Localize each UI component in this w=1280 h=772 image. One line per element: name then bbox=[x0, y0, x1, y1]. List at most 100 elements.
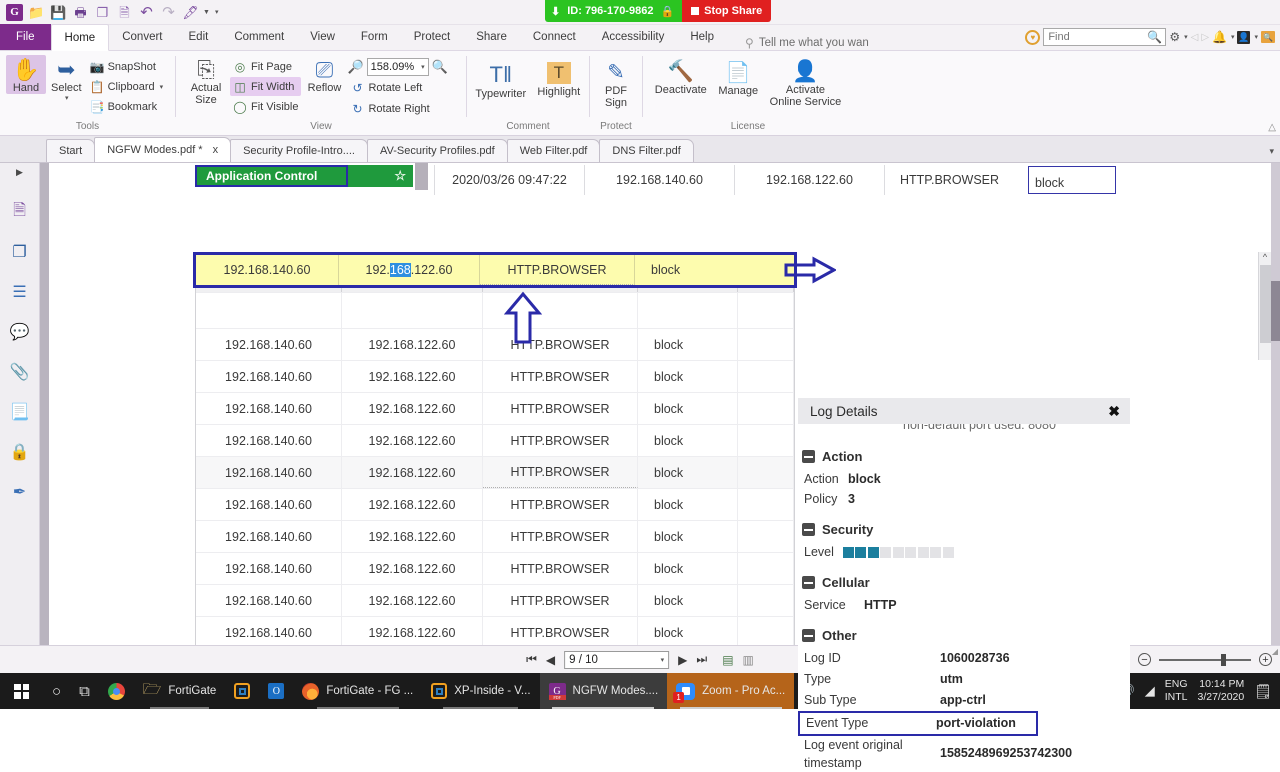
tell-me-box[interactable]: ⚲ Tell me what you wan bbox=[745, 36, 869, 50]
collapse-minus-icon[interactable] bbox=[802, 576, 815, 589]
next-page-icon[interactable]: ▶ bbox=[678, 653, 687, 667]
table-row[interactable]: 192.168.140.60 192.168.122.60 HTTP.BROWS… bbox=[196, 456, 794, 488]
scroll-up-icon[interactable]: ^ bbox=[1259, 252, 1271, 262]
rotate-right-button[interactable]: ↻ Rotate Right bbox=[347, 99, 447, 118]
taskbar-item-outlook[interactable]: O bbox=[259, 673, 293, 709]
notification-center-icon[interactable]: 🗒 bbox=[1254, 683, 1272, 700]
save-icon[interactable]: 💾 bbox=[48, 2, 69, 23]
section-header-action[interactable]: Action bbox=[798, 449, 1130, 464]
tab-home[interactable]: Home bbox=[50, 24, 110, 51]
collapse-minus-icon[interactable] bbox=[802, 450, 815, 463]
taskbar-item-firefox-fortigate[interactable]: FortiGate - FG ... bbox=[293, 673, 422, 709]
stop-share-button[interactable]: Stop Share bbox=[682, 0, 772, 22]
rotate-left-button[interactable]: ↺ Rotate Left bbox=[347, 78, 447, 97]
language-indicator[interactable]: ENG INTL bbox=[1165, 678, 1188, 704]
doc-tab-start[interactable]: Start bbox=[46, 139, 96, 162]
attachments-panel-icon[interactable]: 📎 bbox=[7, 356, 33, 388]
redo-icon[interactable]: ↷ bbox=[158, 2, 179, 23]
undo-icon[interactable]: ↶ bbox=[136, 2, 157, 23]
task-view-button[interactable]: ⧉ bbox=[70, 673, 99, 709]
highlight-button[interactable]: T Highlight bbox=[535, 59, 583, 98]
avatar-caret-icon[interactable]: ▾ bbox=[1254, 33, 1258, 41]
folder-search-icon[interactable]: 🔍 bbox=[1261, 31, 1275, 43]
zoom-level-select[interactable]: 158.09% ▾ bbox=[366, 58, 429, 76]
tab-view[interactable]: View bbox=[297, 24, 348, 50]
taskbar-item-chrome[interactable] bbox=[99, 673, 134, 709]
zoom-out-button[interactable]: − bbox=[1138, 653, 1151, 666]
collapse-minus-icon[interactable] bbox=[802, 629, 815, 642]
prev-page-icon[interactable]: ◀ bbox=[546, 653, 555, 667]
signature-panel-icon[interactable]: ✒ bbox=[7, 476, 33, 508]
table-row[interactable]: 192.168.140.60 192.168.122.60 HTTP.BROWS… bbox=[196, 488, 794, 520]
taskbar-item-xp-inside-vm[interactable]: XP-Inside - V... bbox=[422, 673, 539, 709]
doc-tab-web-filter[interactable]: Web Filter.pdf bbox=[506, 139, 601, 162]
zoom-level-control[interactable]: 🔎 158.09% ▾ 🔍 bbox=[347, 58, 448, 76]
stamp-icon[interactable]: 🖋 bbox=[180, 2, 201, 23]
fit-page-button[interactable]: ◎ Fit Page bbox=[230, 57, 301, 76]
fit-page-status-icon[interactable]: ▤ bbox=[722, 653, 733, 667]
stamp-dropdown-caret-icon[interactable]: ▼ bbox=[203, 9, 210, 16]
close-icon[interactable]: x bbox=[213, 144, 219, 156]
copy-icon[interactable]: ❐ bbox=[92, 2, 113, 23]
actual-size-button[interactable]: ⎘ Actual Size bbox=[182, 55, 230, 107]
resize-grip-icon[interactable]: ◢ bbox=[1272, 647, 1278, 656]
search-icon[interactable]: 🔍 bbox=[1147, 30, 1162, 44]
collapse-minus-icon[interactable] bbox=[802, 523, 815, 536]
table-row[interactable]: 192.168.140.60 192.168.122.60 HTTP.BROWS… bbox=[196, 328, 794, 360]
search-input-wrap[interactable]: 🔍 bbox=[1043, 28, 1167, 46]
tab-connect[interactable]: Connect bbox=[520, 24, 589, 50]
document-scrollbar[interactable] bbox=[1271, 163, 1280, 645]
zoom-out-icon[interactable]: 🔎 bbox=[347, 59, 363, 75]
zoom-caret-icon[interactable]: ▾ bbox=[421, 63, 425, 71]
doc-tab-av-security-profiles[interactable]: AV-Security Profiles.pdf bbox=[366, 139, 508, 162]
bookmark-button[interactable]: 📑 Bookmark bbox=[87, 97, 167, 116]
scrollbar-thumb[interactable] bbox=[1271, 281, 1280, 341]
section-header-cellular[interactable]: Cellular bbox=[798, 575, 1130, 590]
new-file-icon[interactable]: 🗎 bbox=[114, 2, 135, 23]
hand-tool-button[interactable]: ✋ Hand bbox=[6, 55, 46, 94]
section-header-other[interactable]: Other bbox=[798, 628, 1130, 643]
select-caret-icon[interactable]: ▾ bbox=[65, 94, 69, 102]
tab-edit[interactable]: Edit bbox=[176, 24, 222, 50]
qat-more-caret-icon[interactable]: ▾ bbox=[215, 8, 219, 16]
tab-convert[interactable]: Convert bbox=[109, 24, 175, 50]
security-panel-icon[interactable]: 🔒 bbox=[7, 436, 33, 468]
table-row[interactable]: 192.168.140.60 192.168.122.60 HTTP.BROWS… bbox=[196, 584, 794, 616]
expand-sidebar-icon[interactable]: ▶ bbox=[16, 167, 23, 178]
doc-tab-dns-filter[interactable]: DNS Filter.pdf bbox=[599, 139, 694, 162]
app-logo-icon[interactable]: G bbox=[4, 2, 25, 23]
gear-icon[interactable]: ⚙ bbox=[1169, 30, 1180, 44]
fit-other-status-icon[interactable]: ▥ bbox=[743, 653, 754, 667]
back-icon[interactable]: ◁ bbox=[1191, 32, 1199, 43]
avatar[interactable]: 👤 bbox=[1237, 30, 1251, 44]
taskbar-item-ngfw-modes-pdf[interactable]: G NGFW Modes.... bbox=[539, 673, 668, 709]
bookmark-panel-icon[interactable]: 🗎 bbox=[7, 196, 33, 228]
page-number-input[interactable]: 9 / 10 ▾ bbox=[564, 650, 670, 669]
start-button[interactable] bbox=[0, 673, 43, 709]
doc-tab-security-profile-intro[interactable]: Security Profile-Intro.... bbox=[230, 139, 368, 162]
bell-icon[interactable]: 🔔 bbox=[1212, 30, 1227, 44]
doc-tab-ngfw-modes[interactable]: NGFW Modes.pdf * x bbox=[94, 137, 232, 162]
scrollbar-thumb[interactable] bbox=[1260, 265, 1271, 343]
table-row[interactable]: 192.168.140.60 192.168.122.60 HTTP.BROWS… bbox=[196, 520, 794, 552]
table-row[interactable]: 192.168.140.60 192.168.122.60 HTTP.BROWS… bbox=[196, 424, 794, 456]
zoom-in-icon[interactable]: 🔍 bbox=[432, 59, 448, 75]
tab-share[interactable]: Share bbox=[463, 24, 520, 50]
table-row[interactable]: 192.168.140.60 192.168.122.60 HTTP.BROWS… bbox=[196, 392, 794, 424]
favorite-icon[interactable] bbox=[1025, 29, 1041, 45]
table-row-highlighted[interactable]: 192.168.140.60 192. 168.122.60 HTTP.BROWS… bbox=[193, 252, 797, 288]
zoom-slider[interactable] bbox=[1159, 653, 1251, 666]
clipboard-caret-icon[interactable]: ▾ bbox=[160, 83, 164, 91]
fit-visible-button[interactable]: ◯ Fit Visible bbox=[230, 97, 301, 116]
manage-button[interactable]: 📄 Manage bbox=[713, 57, 763, 97]
search-input[interactable] bbox=[1044, 30, 1145, 44]
section-header-security[interactable]: Security bbox=[798, 522, 1130, 537]
reflow-button[interactable]: ⎚ Reflow bbox=[301, 55, 347, 95]
tab-file[interactable]: File bbox=[0, 24, 51, 50]
doc-tabs-overflow-caret-icon[interactable]: ▾ bbox=[1269, 146, 1274, 157]
layers-panel-icon[interactable]: ☰ bbox=[7, 276, 33, 308]
forward-icon[interactable]: ▷ bbox=[1201, 32, 1209, 43]
close-icon[interactable]: ✖ bbox=[1108, 403, 1120, 420]
select-tool-button[interactable]: ➥ Select ▾ bbox=[46, 55, 87, 103]
table-scrollbar[interactable]: ^ bbox=[1258, 252, 1271, 360]
